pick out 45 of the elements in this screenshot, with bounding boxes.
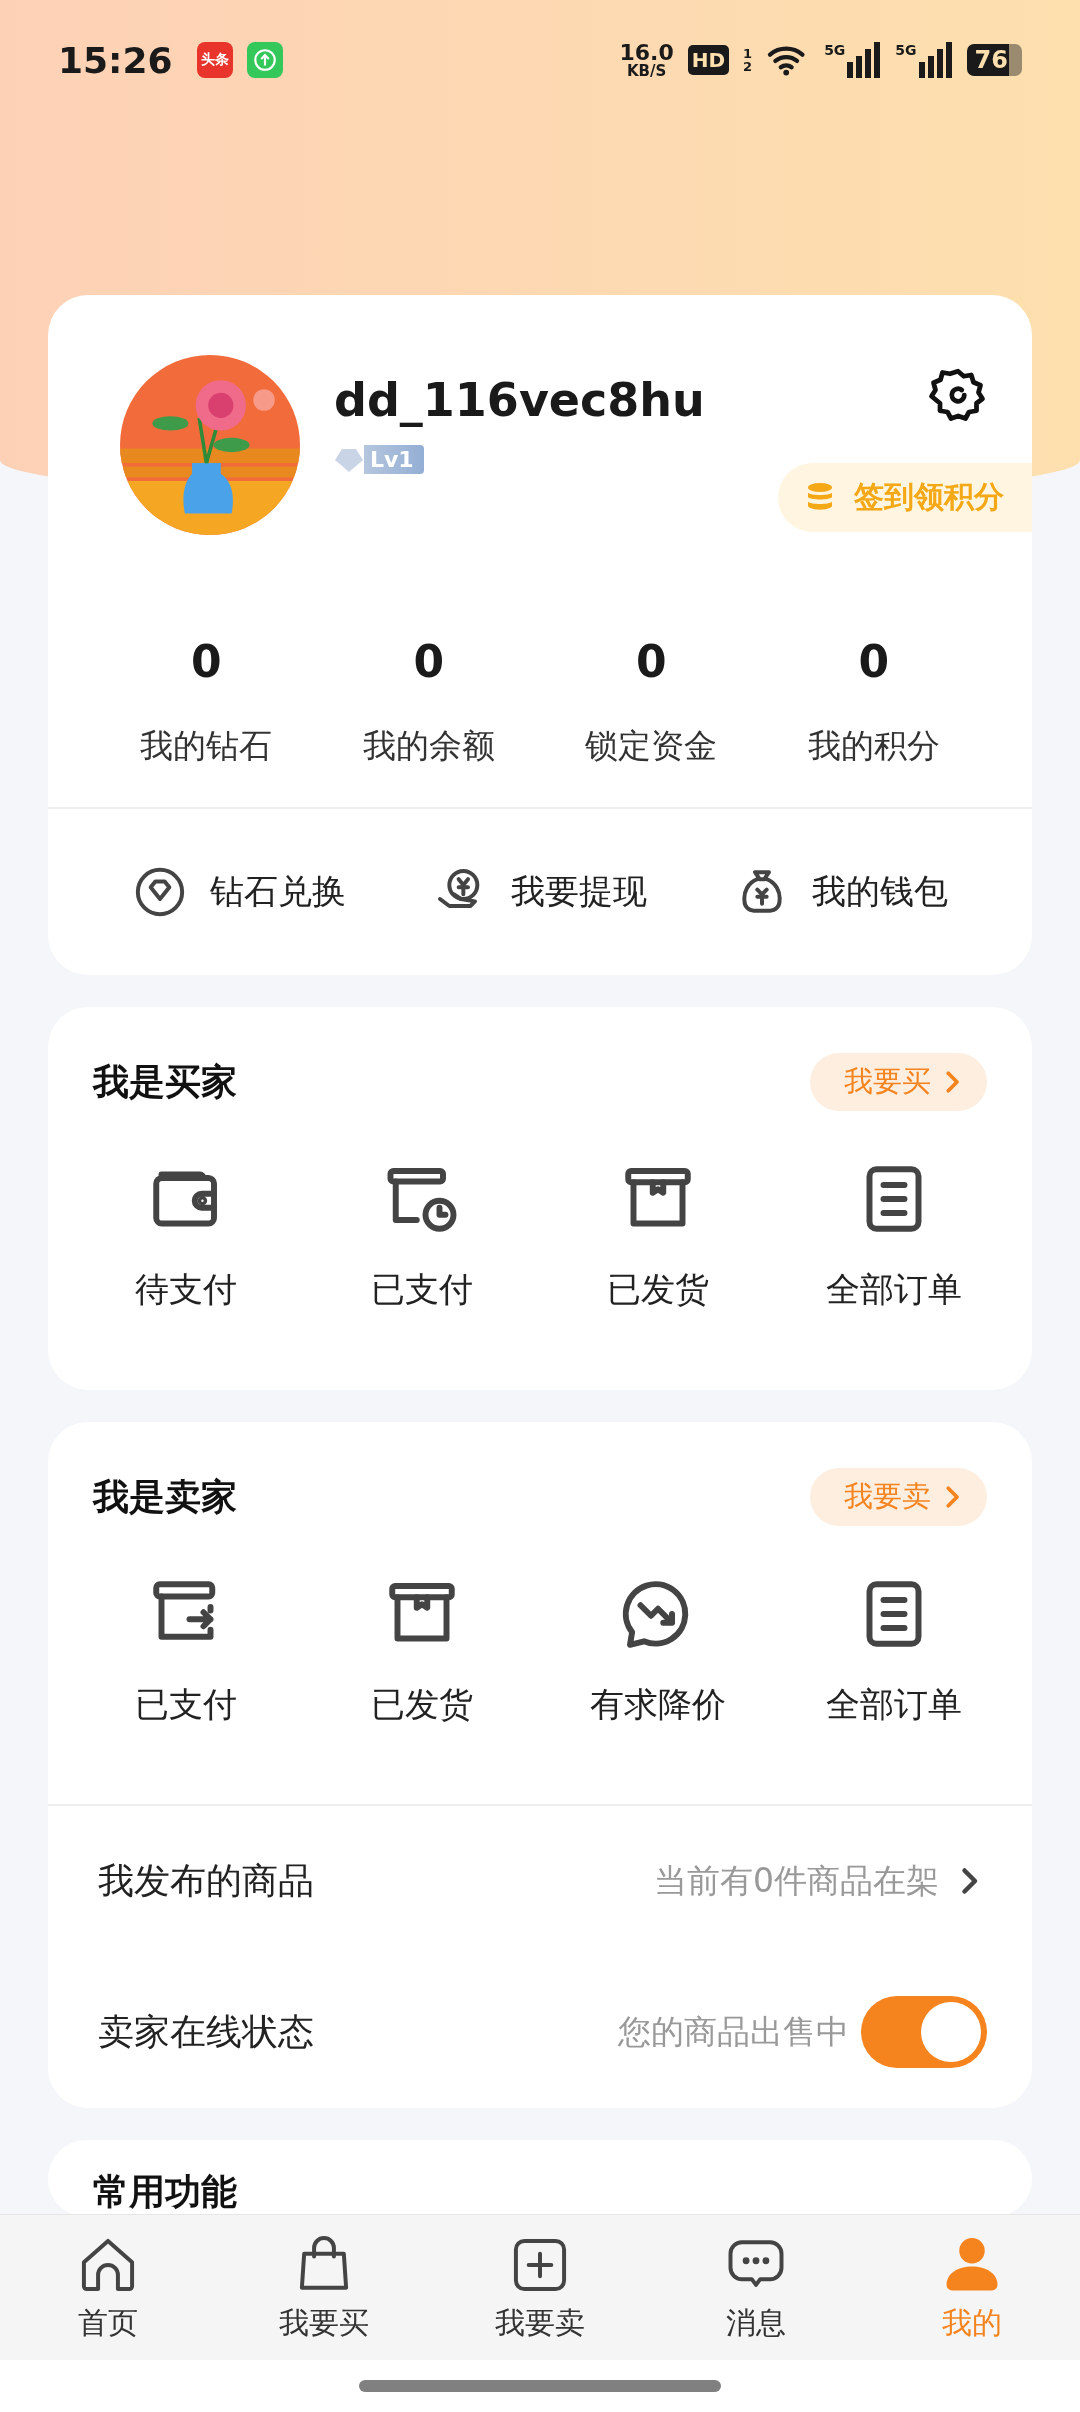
- order-status-button[interactable]: 已发货: [607, 1157, 709, 1313]
- stat-label: 我的余额: [362, 725, 495, 767]
- row-label: 卖家在线状态: [98, 2009, 314, 2054]
- sim-slot-number: 2: [743, 60, 753, 73]
- order-status-button[interactable]: 已支付: [135, 1572, 237, 1728]
- order-status-button[interactable]: 已发货: [371, 1572, 473, 1728]
- row-value: 当前有0件商品在架: [654, 1859, 939, 1902]
- signal-bars-icon: [847, 42, 882, 78]
- order-status-button[interactable]: 待支付: [135, 1157, 237, 1313]
- network-speed-unit: KB/S: [626, 63, 667, 79]
- wallet-action-button[interactable]: 我要提现: [433, 864, 647, 920]
- signal-bars-icon: [918, 42, 953, 78]
- stat-value: 0: [635, 635, 667, 689]
- tab-bar-item[interactable]: 消息: [648, 2215, 864, 2360]
- tab-bar-item[interactable]: 首页: [0, 2215, 216, 2360]
- username: dd_116vec8hu: [334, 373, 705, 427]
- section-title: 我是买家: [93, 1059, 237, 1104]
- stat-label: 我的钻石: [140, 725, 273, 767]
- order-status-button[interactable]: 全部订单: [826, 1572, 962, 1728]
- row-value: 您的商品出售中: [618, 2010, 849, 2053]
- order-status-button[interactable]: 已支付: [371, 1157, 473, 1313]
- row-label: 我发布的商品: [98, 1858, 314, 1903]
- stat-value: 0: [413, 635, 445, 689]
- section-title: 我是卖家: [93, 1474, 237, 1519]
- hd-indicator: HD: [687, 45, 730, 75]
- sim-slot-number: 1: [743, 47, 753, 60]
- network-type: 5G: [895, 42, 917, 58]
- stat-label: 我的积分: [807, 725, 940, 767]
- order-status-button[interactable]: 有求降价: [590, 1572, 726, 1728]
- order-status-button[interactable]: 全部订单: [826, 1157, 962, 1313]
- stat-label: 锁定资金: [585, 725, 718, 767]
- network-speed: 16.0: [619, 41, 674, 64]
- battery-level: 76: [966, 44, 1022, 76]
- news-app-icon: 头条: [196, 42, 233, 78]
- stat-value: 0: [190, 635, 222, 689]
- tab-bar-item[interactable]: 我要卖: [432, 2215, 648, 2360]
- diamond-icon: [334, 446, 364, 473]
- upload-app-icon: [246, 42, 283, 78]
- wallet-action-button[interactable]: 我的钱包: [734, 864, 949, 920]
- section-title: 常用功能: [93, 2170, 238, 2214]
- clock: 15:26: [58, 39, 173, 81]
- tab-bar-item[interactable]: 我要买: [216, 2215, 432, 2360]
- stat-value: 0: [858, 635, 890, 689]
- wallet-action-button[interactable]: 钻石兑换: [131, 864, 346, 920]
- network-type: 5G: [824, 42, 846, 58]
